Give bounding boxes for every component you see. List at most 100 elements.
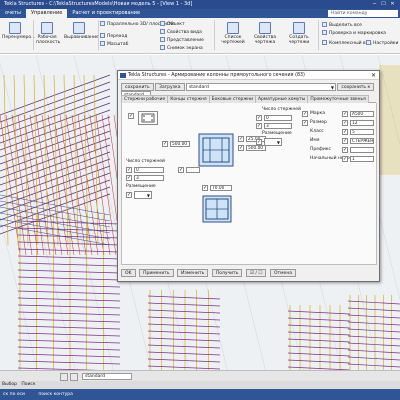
status-item-search[interactable]: Поиск bbox=[21, 382, 35, 387]
align-button[interactable]: Выравнивание bbox=[64, 22, 99, 40]
snap-contour-label[interactable]: поиск контура bbox=[38, 392, 73, 397]
renumber-button[interactable]: Перенумеро... bbox=[2, 22, 35, 40]
rebar-line bbox=[17, 262, 121, 267]
placement-left-checkbox[interactable]: ✓ bbox=[126, 192, 132, 198]
drawing-props-button[interactable]: Свойства чертежа bbox=[252, 22, 278, 45]
name-field[interactable]: СТЕРЖЕНЬ bbox=[350, 138, 374, 144]
bars-count-left2-field[interactable]: 3 bbox=[134, 175, 164, 181]
mark-checkbox[interactable]: ✓ bbox=[302, 111, 308, 117]
object-button[interactable]: Объект bbox=[160, 21, 185, 28]
cover-a-checkbox[interactable]: ✓ bbox=[162, 141, 168, 147]
bars-count-left-checkbox[interactable]: ✓ bbox=[126, 167, 132, 173]
save-as-button[interactable]: сохранить к bbox=[337, 83, 375, 91]
tab-analysis[interactable]: Расчет и проектирование bbox=[67, 9, 145, 18]
size-checkbox[interactable]: ✓ bbox=[302, 120, 308, 126]
get-button[interactable]: Получить bbox=[211, 269, 243, 277]
cover-b-checkbox[interactable]: ✓ bbox=[238, 145, 244, 151]
bars-count-left2-checkbox[interactable]: ✓ bbox=[126, 175, 132, 181]
tab-side-bars[interactable]: Боковые стержни bbox=[208, 95, 256, 103]
modify-button[interactable]: Изменить bbox=[177, 269, 209, 277]
view-props-button[interactable]: Свойства вида bbox=[160, 29, 202, 36]
size-value-checkbox[interactable]: ✓ bbox=[342, 120, 348, 126]
bars-count-top-field[interactable]: 0 bbox=[264, 115, 292, 121]
section-type-checkbox[interactable]: ✓ bbox=[128, 113, 134, 119]
load-button[interactable]: Загрузка bbox=[155, 83, 185, 91]
placement-top-checkbox[interactable]: ✓ bbox=[256, 139, 262, 145]
offset-top-field[interactable] bbox=[186, 167, 200, 173]
size-field[interactable]: 12 bbox=[350, 120, 374, 126]
start-number-field[interactable]: 1 bbox=[350, 156, 374, 162]
cover-c-checkbox[interactable]: ✓ bbox=[238, 136, 244, 142]
save-button[interactable]: сохранить bbox=[121, 83, 154, 91]
toggle-checkboxes-button[interactable]: ☑ / ☐ bbox=[245, 269, 267, 277]
chevron-down-icon: ▼ bbox=[276, 140, 280, 145]
work-area-button[interactable]: Рабочая плоскость bbox=[36, 22, 60, 45]
tab-links[interactable]: Промежуточные звенья bbox=[307, 95, 369, 103]
parallel-button[interactable]: Параллельно 3D/ плоскости bbox=[100, 21, 174, 28]
placement-left-picker[interactable]: ▼ bbox=[134, 191, 152, 199]
prefix-checkbox[interactable]: ✓ bbox=[342, 147, 348, 153]
scale-icon bbox=[100, 41, 105, 46]
bars-count-top2-field[interactable]: 3 bbox=[264, 123, 292, 129]
create-drawings-icon bbox=[293, 22, 305, 34]
command-search-input[interactable]: Найти команду bbox=[328, 10, 398, 17]
work-plane-icon bbox=[41, 22, 53, 34]
tab-bar-ends[interactable]: Концы стержня bbox=[167, 95, 210, 103]
bars-count-top-checkbox[interactable]: ✓ bbox=[256, 115, 262, 121]
prefix-field[interactable] bbox=[350, 147, 374, 153]
snap-axis-label[interactable]: ск по оси bbox=[3, 392, 25, 397]
open-preset-icon[interactable] bbox=[69, 373, 78, 381]
rebar-line bbox=[17, 346, 121, 351]
mark-value-checkbox[interactable]: ✓ bbox=[342, 111, 348, 117]
rebar-line bbox=[0, 114, 21, 256]
close-icon[interactable]: ✕ bbox=[371, 71, 376, 80]
maximize-icon[interactable]: ☐ bbox=[379, 0, 388, 9]
name-checkbox[interactable]: ✓ bbox=[342, 138, 348, 144]
section-type-picker[interactable] bbox=[138, 111, 158, 125]
mark-field[interactable]: A500 bbox=[350, 111, 374, 117]
complex-view-button[interactable]: Комплексный вид bbox=[322, 40, 372, 47]
column-rebar-dialog: Tekla Structures - Армирование колонны п… bbox=[117, 70, 380, 282]
start-number-checkbox[interactable]: ✓ bbox=[342, 156, 348, 162]
ok-button[interactable]: OK bbox=[121, 269, 136, 277]
settings-button[interactable]: Настройки bbox=[366, 40, 398, 47]
class-checkbox[interactable]: ✓ bbox=[342, 129, 348, 135]
apply-button[interactable]: Применить bbox=[139, 269, 174, 277]
offset-value-checkbox[interactable]: ✓ bbox=[202, 185, 208, 191]
create-drawings-button[interactable]: Создать чертежи bbox=[286, 22, 312, 45]
offset-value-field[interactable]: 70.00 bbox=[210, 185, 232, 191]
tab-reports[interactable]: очеты bbox=[0, 9, 26, 18]
tab-stirrups[interactable]: Арматурные хомуты bbox=[255, 95, 309, 103]
rebar-line bbox=[17, 318, 121, 323]
presentation-button[interactable]: Представление bbox=[160, 37, 204, 44]
minimize-icon[interactable]: ─ bbox=[370, 0, 379, 9]
preset-select[interactable]: standard ▼ bbox=[185, 83, 336, 91]
move-button[interactable]: Переход bbox=[100, 33, 127, 40]
status-item-select[interactable]: Выбор bbox=[2, 382, 17, 387]
rebar-line bbox=[17, 360, 121, 365]
rebar-line bbox=[17, 276, 121, 281]
save-preset-icon[interactable] bbox=[60, 373, 68, 381]
cover-b-field[interactable]: 500.00 bbox=[246, 145, 266, 151]
dialog-tabs: Стержни рабочие Концы стержня Боковые стер… bbox=[121, 95, 376, 111]
offset-checkbox[interactable]: ✓ bbox=[178, 167, 184, 173]
bars-count-top2-checkbox[interactable]: ✓ bbox=[256, 123, 262, 129]
drawings-list-button[interactable]: Список чертежей bbox=[220, 22, 246, 45]
tab-main-bars[interactable]: Стержни рабочие bbox=[121, 95, 169, 103]
screen-snapshot-button[interactable]: Снимок экрана bbox=[160, 45, 203, 52]
placement-top-picker[interactable]: ▼ bbox=[264, 138, 282, 146]
rebar-line bbox=[17, 339, 121, 344]
select-all-button[interactable]: Выделить все bbox=[322, 22, 362, 29]
mark-label: Марка bbox=[310, 111, 325, 116]
cancel-button[interactable]: Отмена bbox=[270, 269, 297, 277]
tab-management[interactable]: Управление bbox=[25, 9, 68, 18]
rebar-line bbox=[347, 300, 400, 305]
scale-button[interactable]: Масштаб bbox=[100, 41, 128, 48]
bars-count-left-field[interactable]: 0 bbox=[134, 167, 164, 173]
check-and-mark-button[interactable]: Проверка и маркировка bbox=[322, 30, 386, 37]
cover-a-field[interactable]: 500.00 bbox=[170, 141, 190, 147]
class-field[interactable]: 5 bbox=[350, 129, 374, 135]
close-icon[interactable]: ✕ bbox=[388, 0, 397, 9]
rebar-line bbox=[17, 353, 121, 358]
preset-select[interactable]: standard bbox=[82, 373, 132, 380]
